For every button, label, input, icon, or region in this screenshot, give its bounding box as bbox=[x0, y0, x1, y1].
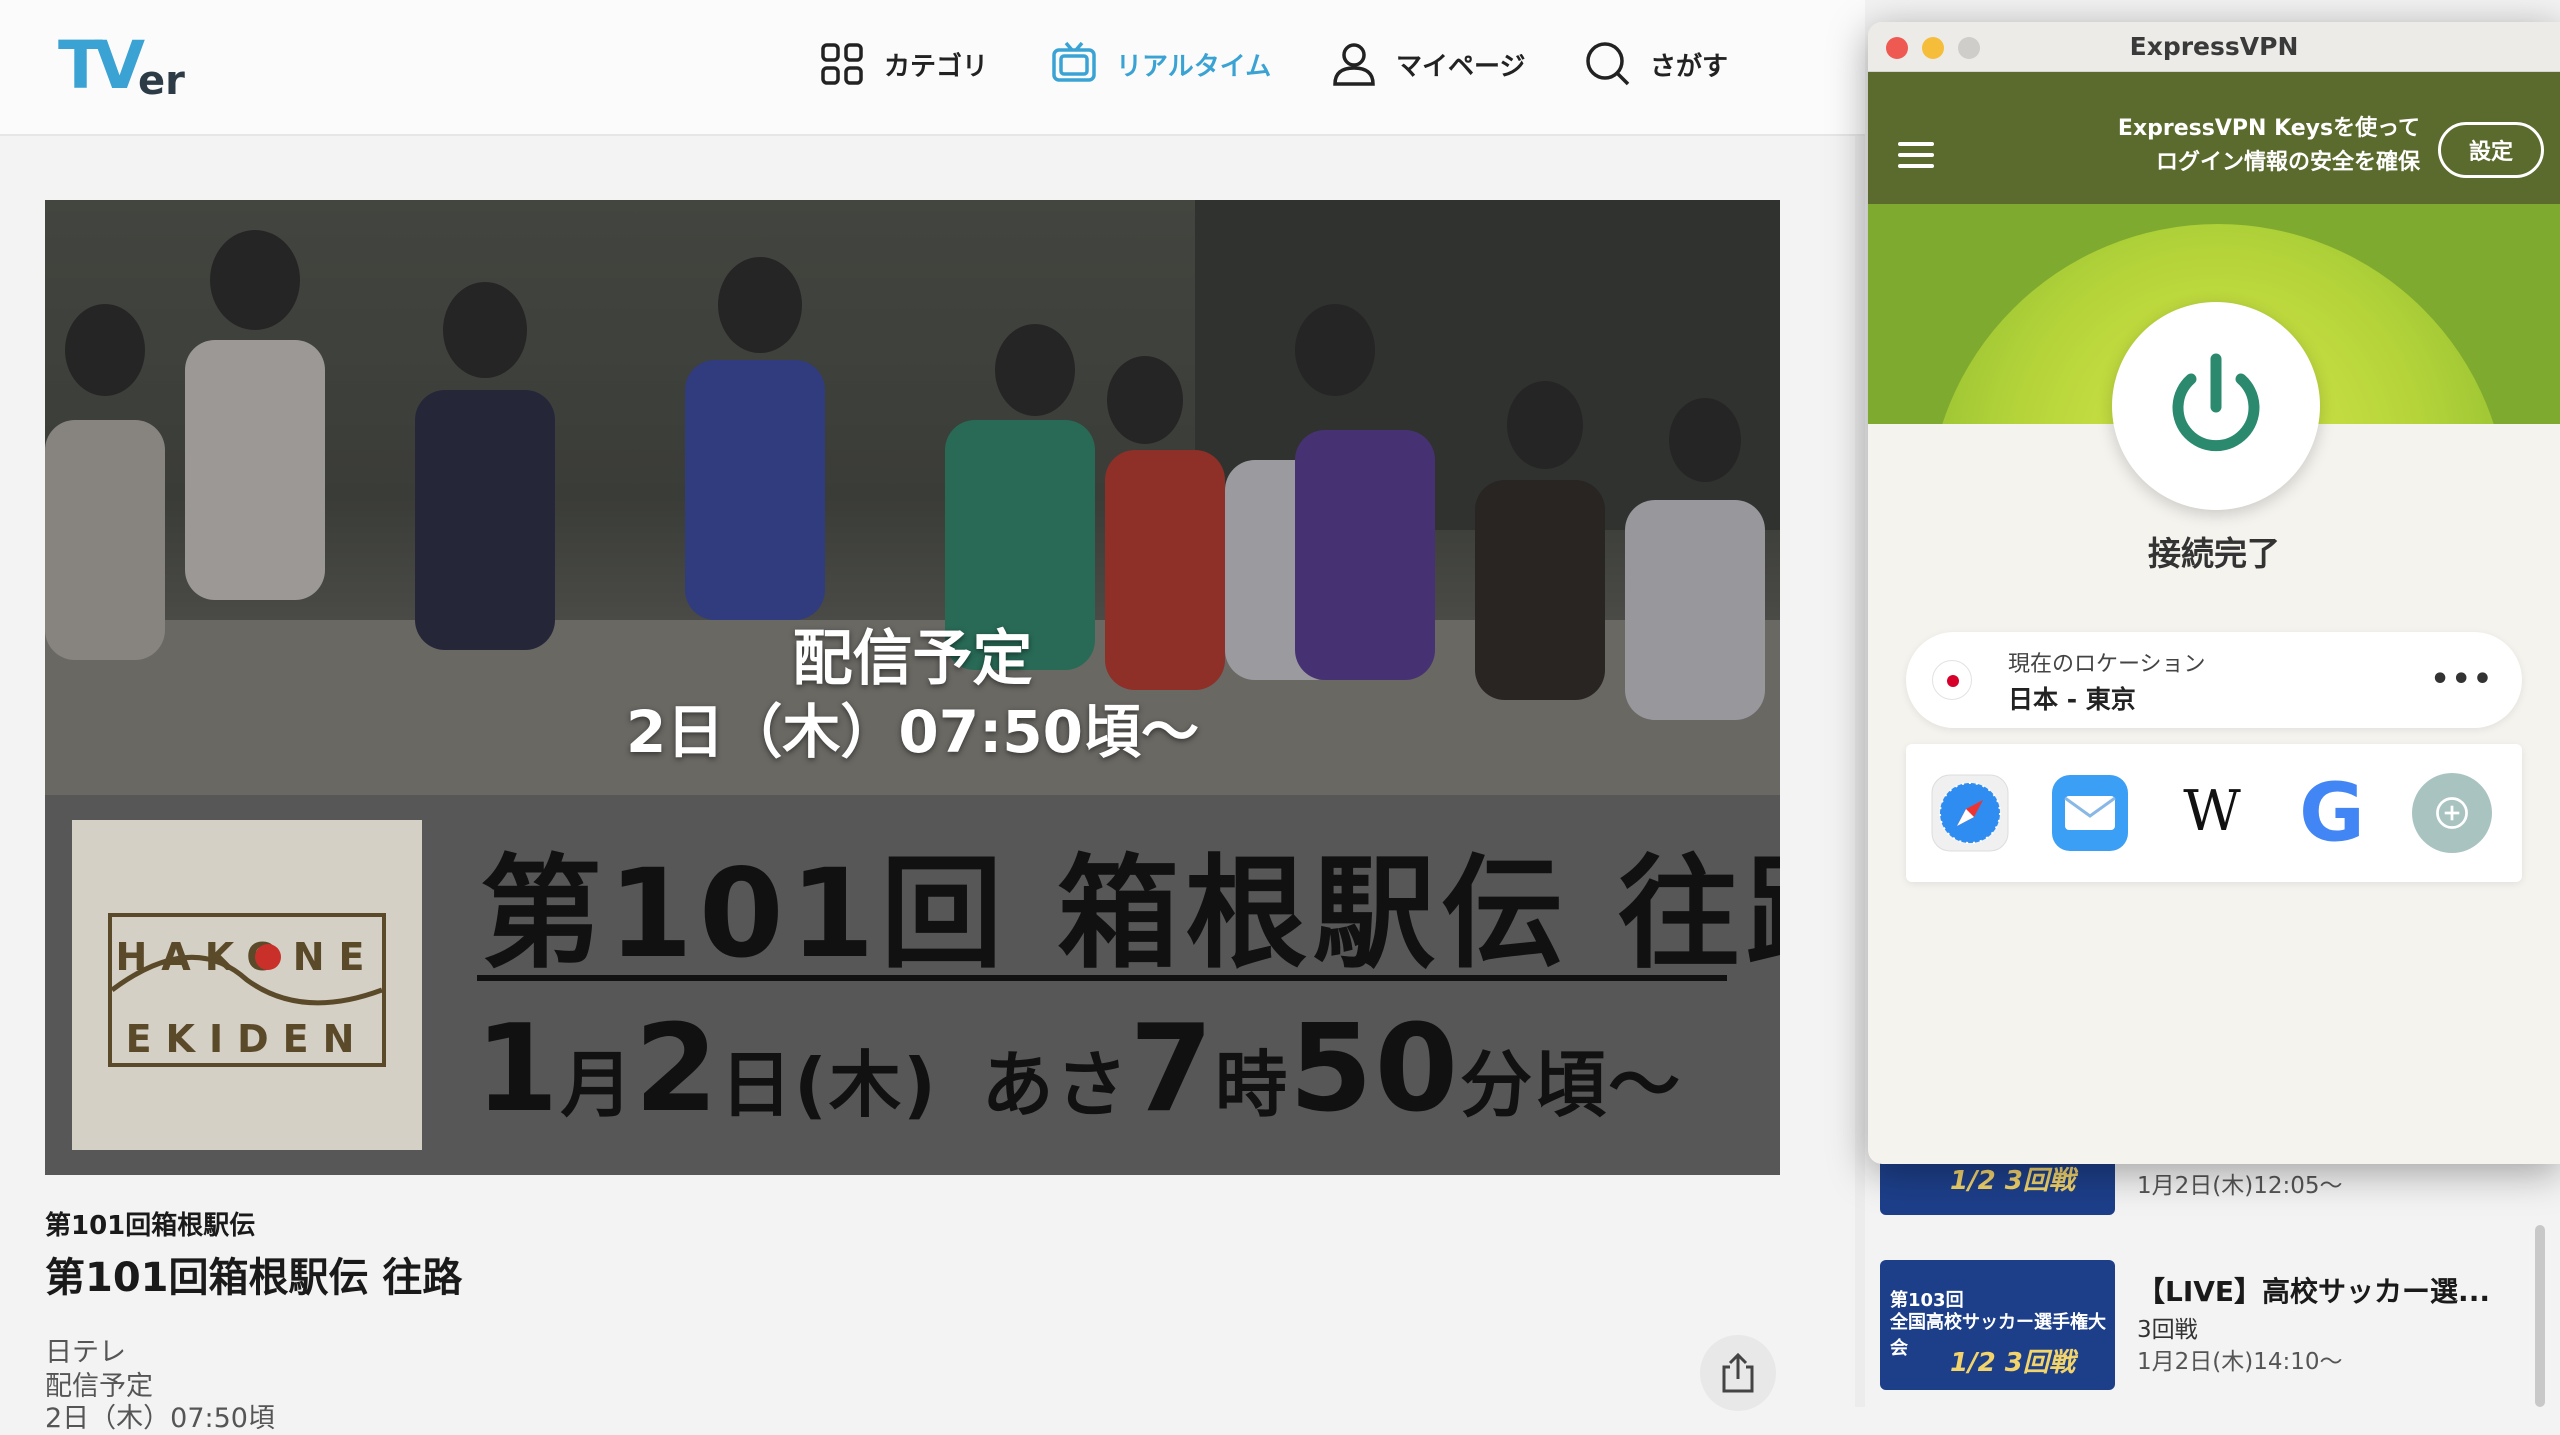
date-day-num: 2 bbox=[634, 1000, 721, 1139]
scrollbar[interactable] bbox=[2535, 1225, 2545, 1407]
nav-category-label: カテゴリ bbox=[884, 51, 989, 82]
schedule-status: 配信予定 bbox=[792, 624, 1033, 694]
window-titlebar[interactable]: ExpressVPN bbox=[1868, 22, 2560, 72]
date-month: 月 bbox=[560, 1043, 635, 1127]
hero-program-title: 第101回 箱根駅伝 往路 bbox=[480, 843, 1780, 985]
list-item-thumbnail[interactable]: 第103回 全国高校サッカー選手権大会 1/2 3回戦 bbox=[1880, 1260, 2115, 1390]
date-minute: 50 bbox=[1289, 1000, 1461, 1139]
date-hour: 7 bbox=[1129, 1000, 1216, 1139]
app-shortcuts: W G bbox=[1906, 744, 2522, 882]
connection-status: 接続完了 bbox=[2148, 534, 2280, 573]
wikipedia-icon[interactable]: W bbox=[2172, 768, 2252, 858]
series-name[interactable]: 第101回箱根駅伝 bbox=[45, 1205, 255, 1242]
safari-icon[interactable] bbox=[1930, 768, 2010, 858]
nav-realtime[interactable]: リアルタイム bbox=[1050, 36, 1271, 92]
svg-text:er: er bbox=[138, 58, 185, 104]
japan-flag-icon bbox=[1932, 660, 1972, 700]
tv-icon bbox=[1052, 41, 1096, 82]
share-button[interactable] bbox=[1700, 1335, 1776, 1411]
user-icon bbox=[1333, 43, 1375, 86]
list-item-time: 1月2日(木)14:10～ bbox=[2137, 1349, 2343, 1375]
hero-broadcast-date: 1月2日(木) あさ7時50分頃～ bbox=[475, 1000, 1682, 1139]
promo-line2: ログイン情報の安全を確保 bbox=[2155, 150, 2420, 175]
add-shortcut-icon[interactable] bbox=[2412, 768, 2492, 858]
window-title: ExpressVPN bbox=[2129, 32, 2299, 61]
nav-category[interactable]: カテゴリ bbox=[818, 36, 988, 92]
location-value: 日本 - 東京 bbox=[2008, 685, 2136, 714]
nav-mypage[interactable]: マイページ bbox=[1330, 36, 1525, 92]
logo-bottom-text: EKIDEN bbox=[126, 1017, 369, 1061]
availability-date: 2日（木）07:50頃 bbox=[45, 1403, 275, 1434]
location-label: 現在のロケーション bbox=[2008, 652, 2206, 677]
list-item-title[interactable]: 【LIVE】高校サッカー選... bbox=[2137, 1270, 2490, 1310]
location-picker[interactable]: 現在のロケーション 日本 - 東京 ••• bbox=[1906, 632, 2522, 728]
google-glyph: G bbox=[2299, 768, 2365, 858]
search-icon bbox=[1586, 42, 1630, 86]
sidebar-divider bbox=[1855, 136, 1865, 1407]
card-round: 1/2 3回戦 bbox=[1950, 1166, 2075, 1196]
logo-top-text: HAKONE bbox=[115, 935, 378, 979]
more-options-button[interactable]: ••• bbox=[2430, 662, 2494, 697]
card-round: 1/2 3回戦 bbox=[1950, 1348, 2075, 1378]
list-item-time: 1月2日(木)12:05～ bbox=[2137, 1173, 2343, 1199]
schedule-time: 2日（木）07:50頃～ bbox=[626, 698, 1199, 766]
nav-search-label: さがす bbox=[1650, 51, 1729, 82]
promo-line1: ExpressVPN Keysを使って bbox=[2117, 116, 2420, 141]
date-month-num: 1 bbox=[475, 1000, 561, 1139]
nav-realtime-label: リアルタイム bbox=[1116, 51, 1272, 82]
mail-icon[interactable] bbox=[2050, 768, 2130, 858]
settings-button[interactable]: 設定 bbox=[2438, 122, 2544, 178]
power-button[interactable] bbox=[2112, 302, 2320, 510]
title-divider bbox=[477, 975, 1727, 981]
tver-logo[interactable]: T V er bbox=[56, 24, 196, 104]
episode-title: 第101回箱根駅伝 往路 bbox=[45, 1255, 463, 1301]
grid-icon bbox=[821, 43, 863, 85]
promo-text: ExpressVPN Keysを使って ログイン情報の安全を確保 bbox=[2118, 112, 2420, 180]
date-ji: 時 bbox=[1215, 1043, 1290, 1127]
program-thumbnail[interactable]: HAKONE EKIDEN 第101回 箱根駅伝 往路 1月2日(木) あさ7時… bbox=[45, 200, 1780, 1175]
date-asa: あさ bbox=[981, 1043, 1130, 1127]
power-icon bbox=[2172, 353, 2260, 452]
date-weekday: (木) bbox=[794, 1043, 938, 1127]
share-icon bbox=[1722, 1353, 1754, 1393]
date-day: 日 bbox=[720, 1043, 795, 1127]
google-icon[interactable]: G bbox=[2292, 768, 2372, 858]
vpn-promo-bar: ExpressVPN Keysを使って ログイン情報の安全を確保 設定 bbox=[1868, 72, 2560, 204]
hakone-ekiden-logo: HAKONE EKIDEN bbox=[72, 820, 422, 1150]
list-item-subtitle: 3回戦 bbox=[2137, 1317, 2198, 1343]
wikipedia-glyph: W bbox=[2183, 779, 2241, 844]
nav-search[interactable]: さがす bbox=[1584, 36, 1728, 92]
tver-header: T V er カテゴリ リアルタイム マイページ さがす bbox=[0, 0, 1865, 136]
date-tail: 分頃～ bbox=[1460, 1043, 1683, 1127]
menu-icon[interactable] bbox=[1898, 142, 1934, 168]
expressvpn-window: ExpressVPN ExpressVPN Keysを使って ログイン情報の安全… bbox=[1868, 22, 2560, 1164]
nav-mypage-label: マイページ bbox=[1396, 51, 1526, 82]
